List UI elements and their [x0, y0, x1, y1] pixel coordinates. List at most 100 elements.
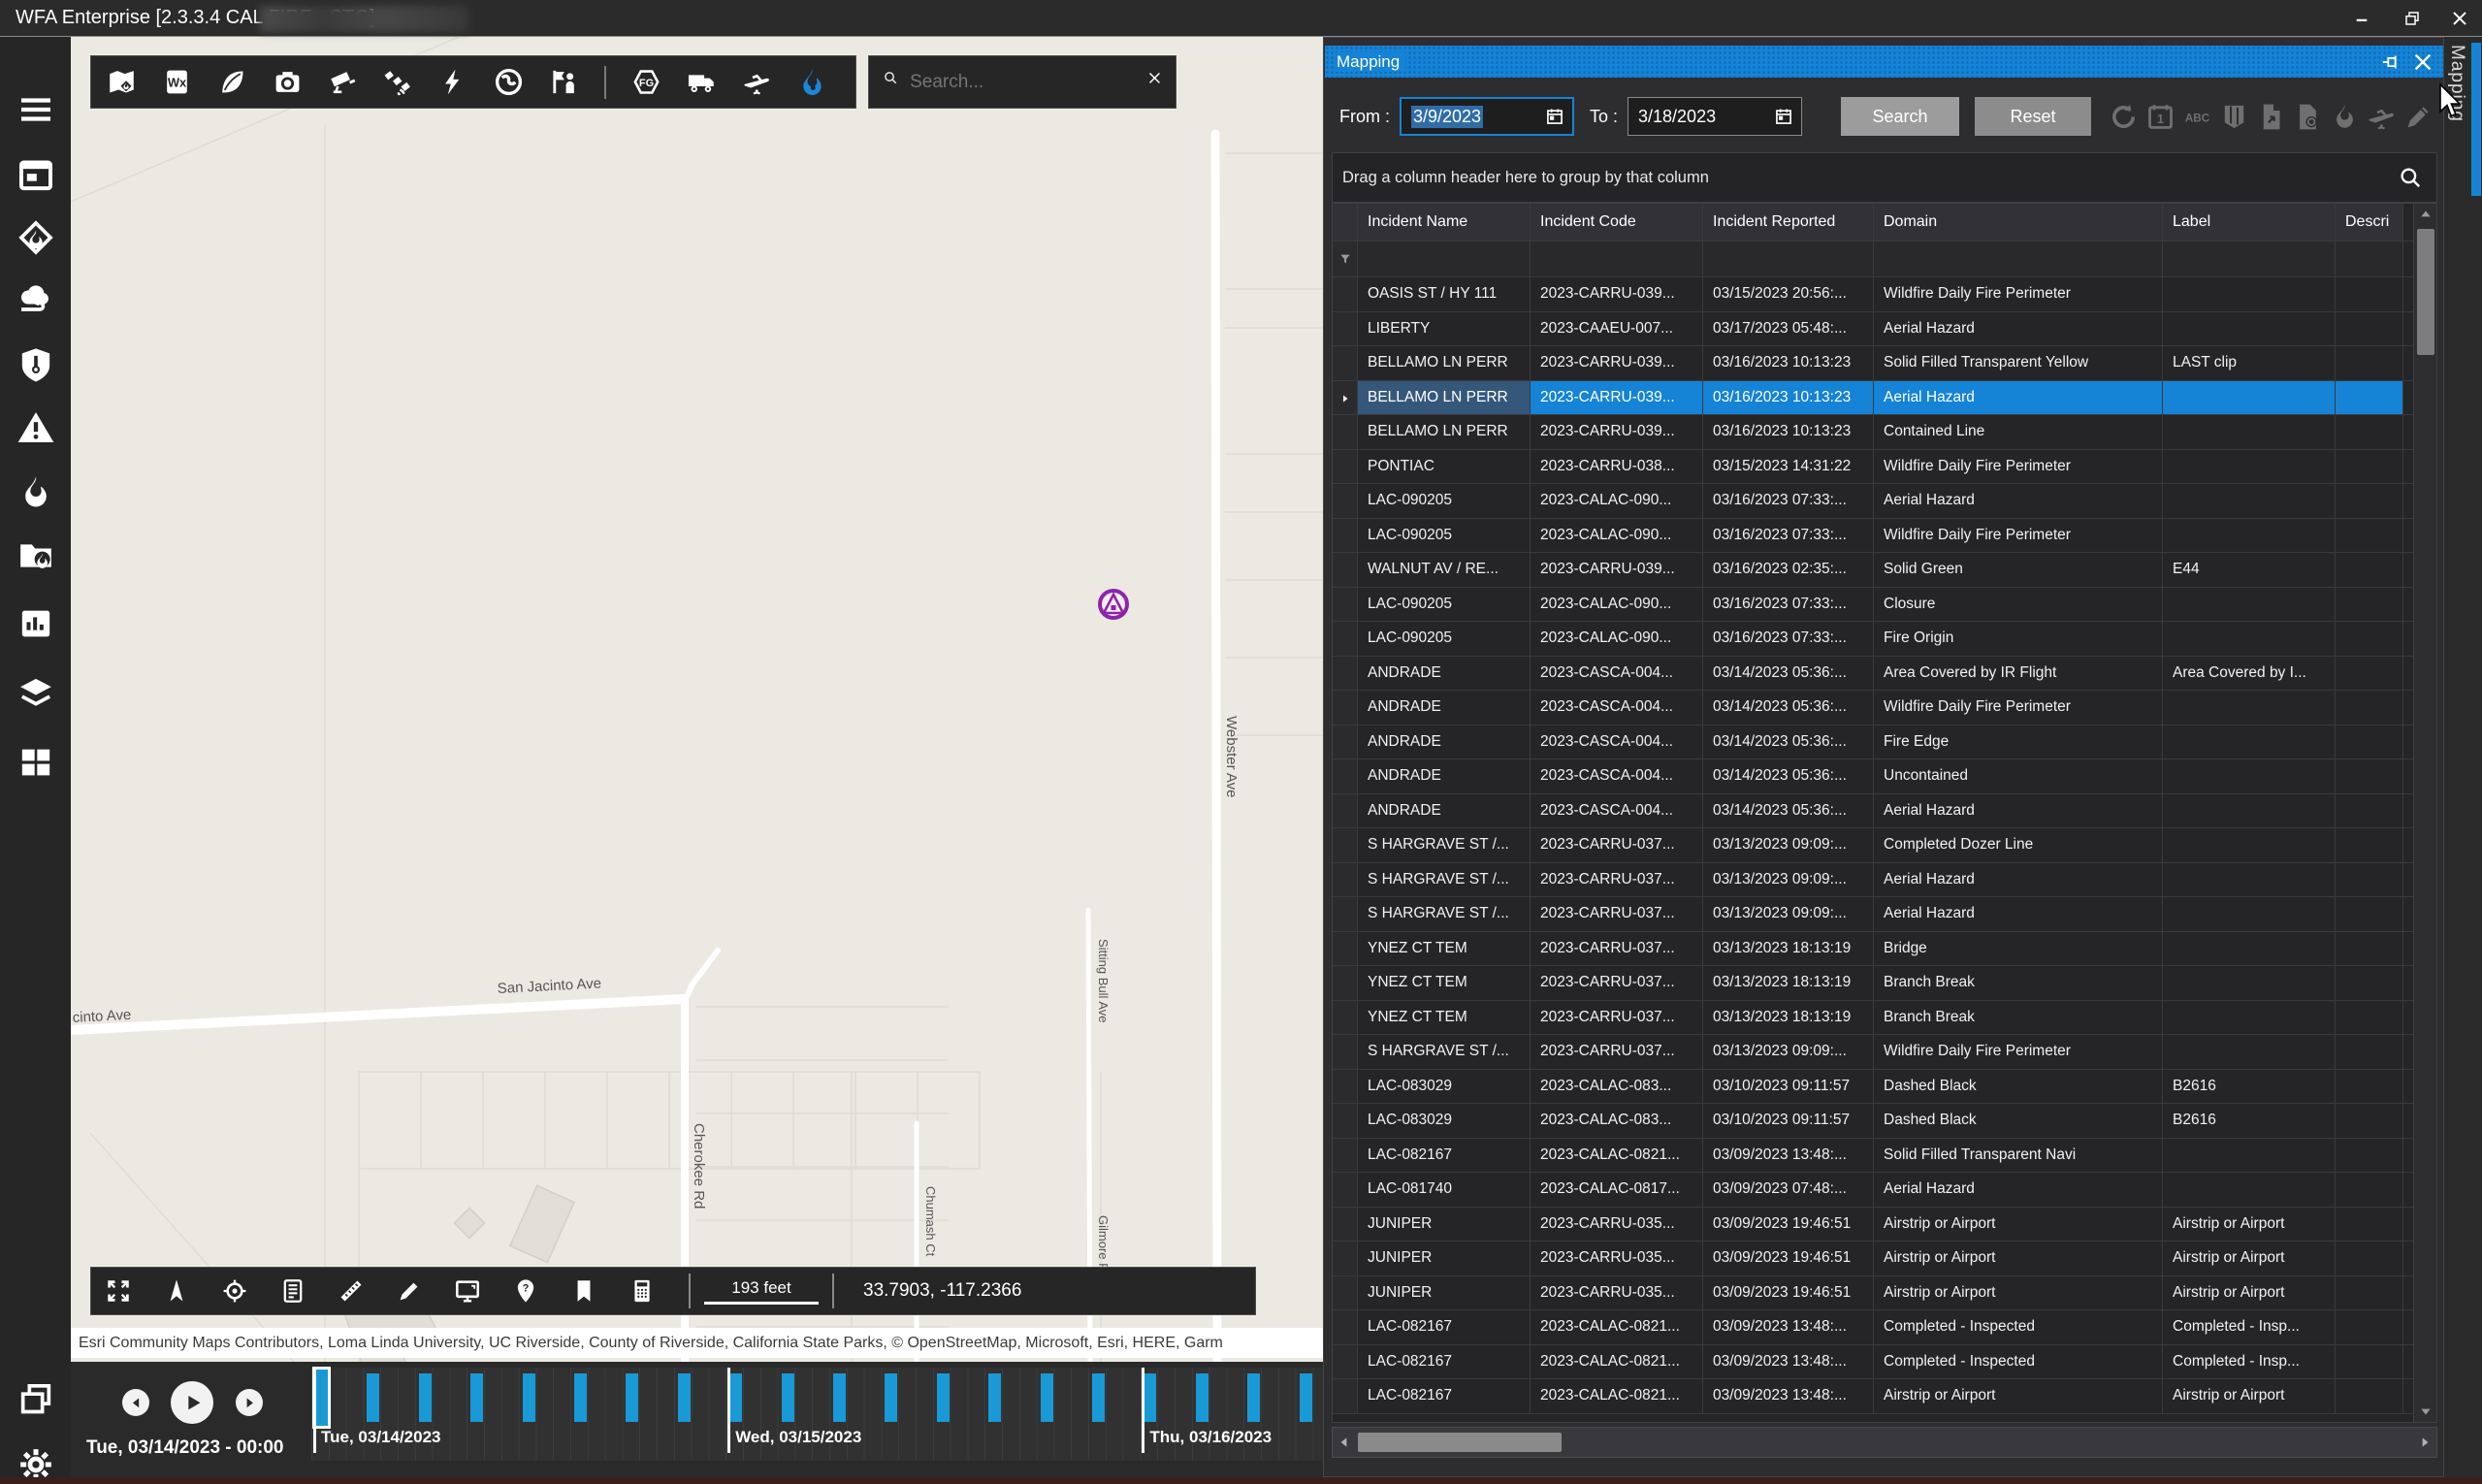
cell[interactable]	[2336, 381, 2403, 415]
cell[interactable]	[2336, 932, 2403, 966]
layers-icon[interactable]	[16, 673, 55, 712]
cell[interactable]: 03/16/2023 02:35:...	[1703, 553, 1874, 587]
weather-wx-icon[interactable]: Wx	[162, 67, 192, 97]
cell[interactable]	[2336, 1379, 2403, 1413]
cell[interactable]: 03/14/2023 05:36:...	[1703, 726, 1874, 759]
cell[interactable]: 03/09/2023 13:48:...	[1703, 1379, 1874, 1413]
cell[interactable]: Airstrip or Airport	[2163, 1379, 2336, 1413]
filter-cell[interactable]	[2163, 242, 2336, 276]
cell[interactable]	[2336, 828, 2403, 862]
cell[interactable]: Aerial Hazard	[1874, 381, 2163, 415]
cell[interactable]: 03/09/2023 19:46:51	[1703, 1242, 1874, 1275]
cell[interactable]: LIBERTY	[1358, 312, 1531, 346]
scrollbar-thumb[interactable]	[1358, 1433, 1562, 1452]
cell[interactable]: Aerial Hazard	[1874, 484, 2163, 518]
cell[interactable]: 2023-CALAC-090...	[1531, 484, 1703, 518]
cell[interactable]	[2336, 519, 2403, 553]
abc-labels-icon[interactable]: ABC	[2182, 102, 2212, 132]
table-row[interactable]: JUNIPER2023-CARRU-035...03/09/2023 19:46…	[1333, 1242, 2436, 1276]
cell[interactable]	[2163, 484, 2336, 518]
cell[interactable]: S HARGRAVE ST /...	[1358, 897, 1531, 931]
filter-cell[interactable]	[1703, 242, 1874, 276]
cell[interactable]: Area Covered by I...	[2163, 657, 2336, 691]
cell[interactable]: 2023-CARRU-035...	[1531, 1208, 1703, 1242]
table-row[interactable]: LAC-0830292023-CALAC-083...03/10/2023 09…	[1333, 1070, 2436, 1105]
cell[interactable]: Fire Origin	[1874, 622, 2163, 656]
cell[interactable]: LAC-090205	[1358, 484, 1531, 518]
cell[interactable]: 03/09/2023 07:48:...	[1703, 1173, 1874, 1207]
cell[interactable]: S HARGRAVE ST /...	[1358, 863, 1531, 897]
cell[interactable]	[2163, 1139, 2336, 1173]
cell[interactable]: ANDRADE	[1358, 691, 1531, 725]
filter-funnel-icon[interactable]	[1333, 242, 1358, 276]
cell[interactable]	[2336, 622, 2403, 656]
cell[interactable]	[2336, 1173, 2403, 1207]
cell[interactable]	[2336, 726, 2403, 759]
cell[interactable]: Aerial Hazard	[1874, 1173, 2163, 1207]
grid-search-icon[interactable]	[2398, 165, 2423, 190]
cell[interactable]	[2163, 450, 2336, 484]
cell[interactable]: Solid Filled Transparent Navi	[1874, 1139, 2163, 1173]
cell[interactable]: Uncontained	[1874, 759, 2163, 793]
cell[interactable]: 2023-CALAC-0817...	[1531, 1173, 1703, 1207]
horizontal-scrollbar[interactable]	[1332, 1427, 2437, 1458]
cell[interactable]: LAC-090205	[1358, 519, 1531, 553]
cell[interactable]: 2023-CASCA-004...	[1531, 657, 1703, 691]
search-button[interactable]: Search	[1841, 97, 1959, 136]
table-row[interactable]: ANDRADE2023-CASCA-004...03/14/2023 05:36…	[1333, 691, 2436, 726]
cell[interactable]: LAC-082167	[1358, 1345, 1531, 1379]
step-forward-button[interactable]	[236, 1389, 263, 1416]
calendar-one-icon[interactable]: 1	[2145, 102, 2176, 132]
cell[interactable]: Wildfire Daily Fire Perimeter	[1874, 1035, 2163, 1069]
cell[interactable]: 03/13/2023 09:09:...	[1703, 1035, 1874, 1069]
aircraft-landing-icon[interactable]	[2367, 102, 2397, 132]
fire-folder-icon[interactable]	[16, 536, 55, 575]
cell[interactable]: Fire Edge	[1874, 726, 2163, 759]
window-restore-icon[interactable]	[16, 1380, 55, 1419]
cell[interactable]: LAC-090205	[1358, 622, 1531, 656]
pin-icon[interactable]	[2381, 51, 2402, 73]
cell[interactable]	[2163, 312, 2336, 346]
ruler-icon[interactable]	[338, 1277, 365, 1305]
fire-truck-icon[interactable]	[687, 67, 717, 97]
table-row[interactable]: LIBERTY2023-CAAEU-007...03/17/2023 05:48…	[1333, 312, 2436, 347]
step-back-button[interactable]	[122, 1389, 149, 1416]
cell[interactable]: 03/16/2023 10:13:23	[1703, 415, 1874, 449]
cell[interactable]	[2163, 863, 2336, 897]
map-shield-icon[interactable]	[2219, 102, 2249, 132]
cell[interactable]	[2336, 657, 2403, 691]
fire-icon[interactable]	[2330, 102, 2360, 132]
cell[interactable]: YNEZ CT TEM	[1358, 932, 1531, 966]
table-row[interactable]: LAC-0817402023-CALAC-0817...03/09/2023 0…	[1333, 1173, 2436, 1208]
cell[interactable]: 2023-CASCA-004...	[1531, 759, 1703, 793]
column-header[interactable]: Label	[2163, 204, 2336, 241]
cell[interactable]: ANDRADE	[1358, 794, 1531, 828]
menu-icon[interactable]	[16, 90, 55, 129]
table-row[interactable]: PONTIAC2023-CARRU-038...03/15/2023 14:31…	[1333, 450, 2436, 485]
cell[interactable]: 03/13/2023 09:09:...	[1703, 863, 1874, 897]
table-row[interactable]: YNEZ CT TEM2023-CARRU-037...03/13/2023 1…	[1333, 932, 2436, 967]
cell[interactable]: YNEZ CT TEM	[1358, 966, 1531, 1000]
cell[interactable]	[2336, 277, 2403, 311]
table-row[interactable]: ANDRADE2023-CASCA-004...03/14/2023 05:36…	[1333, 657, 2436, 692]
table-row[interactable]: WALNUT AV / RE...2023-CARRU-039...03/16/…	[1333, 553, 2436, 588]
cell[interactable]: Solid Filled Transparent Yellow	[1874, 346, 2163, 380]
cell[interactable]: Completed Dozer Line	[1874, 828, 2163, 862]
cell[interactable]: Airstrip or Airport	[1874, 1208, 2163, 1242]
cell[interactable]: 2023-CARRU-037...	[1531, 897, 1703, 931]
clear-search-icon[interactable]	[1147, 71, 1162, 94]
cell[interactable]	[2163, 1001, 2336, 1035]
temperature-shield-icon[interactable]	[16, 345, 55, 384]
cell[interactable]: OASIS ST / HY 111	[1358, 277, 1531, 311]
file-zero-icon[interactable]	[2293, 102, 2323, 132]
north-arrow-icon[interactable]	[163, 1277, 190, 1305]
cell[interactable]	[2336, 553, 2403, 587]
app-grid-icon[interactable]	[16, 743, 55, 782]
filter-cell[interactable]	[1531, 242, 1703, 276]
cell[interactable]	[2336, 1035, 2403, 1069]
cell[interactable]	[2336, 1345, 2403, 1379]
cell[interactable]: 2023-CASCA-004...	[1531, 691, 1703, 725]
cell[interactable]	[2336, 450, 2403, 484]
cell[interactable]: 03/14/2023 05:36:...	[1703, 794, 1874, 828]
cell[interactable]: LAST clip	[2163, 346, 2336, 380]
